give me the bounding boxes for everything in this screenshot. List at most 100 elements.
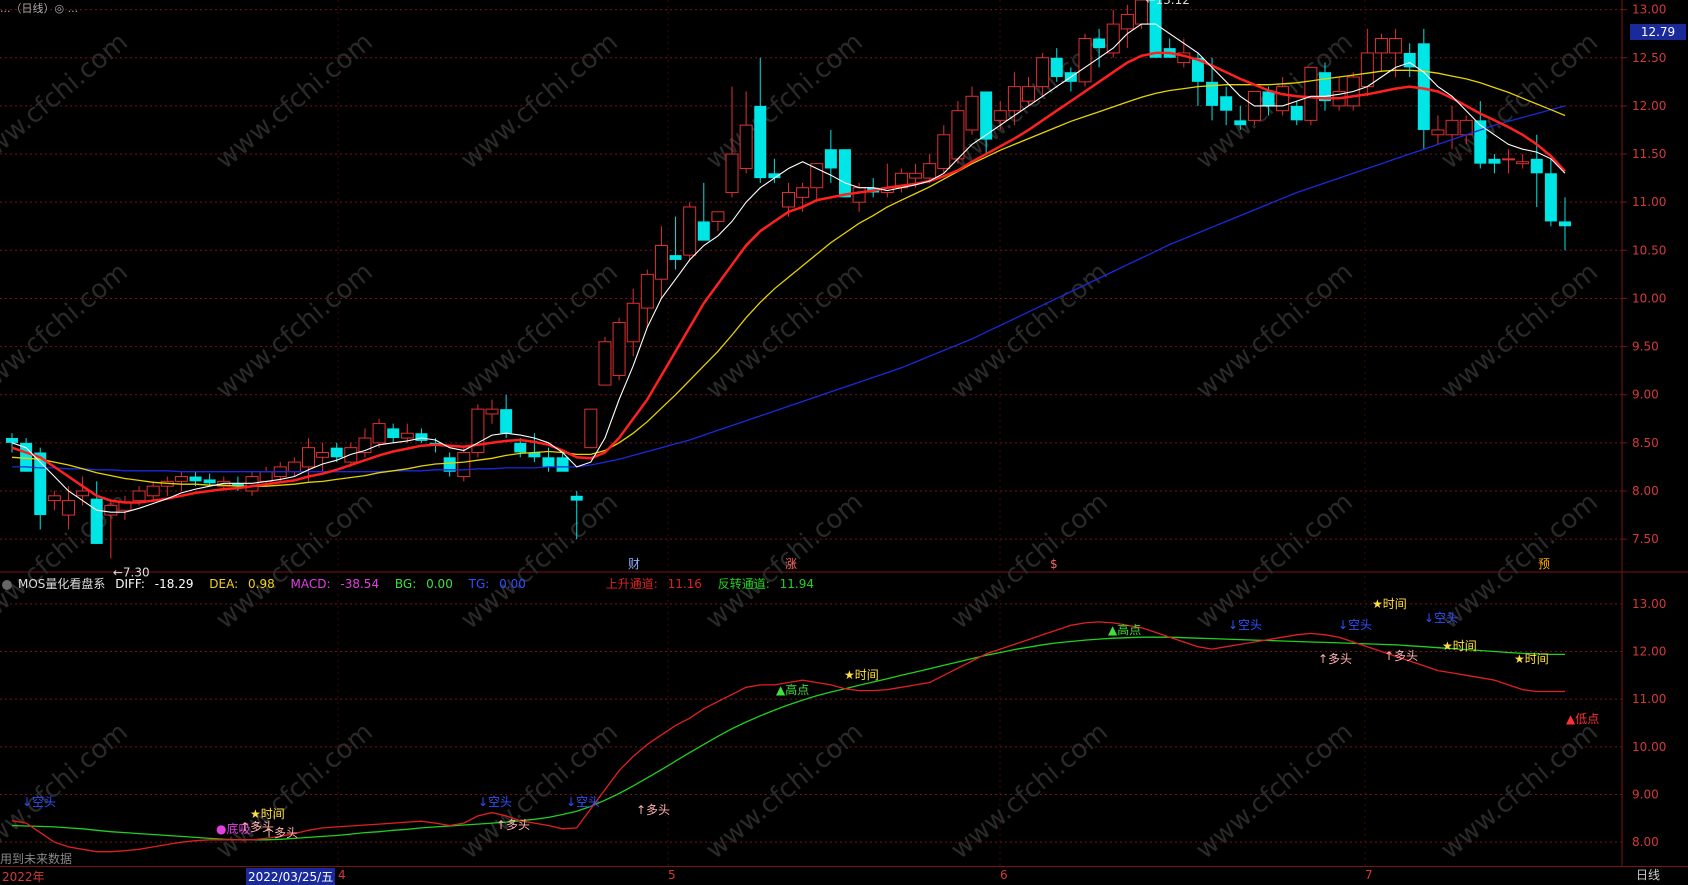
price-tick: 11.50 [1632,147,1666,161]
indicator-name[interactable]: MOS量化看盘系 [18,577,105,591]
price-tick: 12.50 [1632,51,1666,65]
candle [1502,149,1516,174]
up-channel-label: 上升通道: [605,577,658,591]
candle [443,452,456,477]
indicator-axis: 13.00 12.00 11.00 10.00 9.00 8.00 [1632,597,1666,849]
price-tick: 13.00 [1632,3,1666,17]
indicator-header: MOS量化看盘系 DIFF: -18.29 DEA: 0.98 MACD: -3… [0,575,826,591]
candle [1488,154,1501,174]
signal-kongtou: ↓空头 [1228,618,1262,632]
candle [669,216,682,270]
month-tick-6: 6 [1000,868,1008,882]
watermark-text: www.cfchi.com [1435,487,1604,635]
price-tick: 9.00 [1632,388,1659,402]
candle [47,490,61,511]
candle [372,418,386,448]
signal-duotou: ↑多头 [496,818,530,832]
candle [316,442,330,472]
signal-duotou: ↑多头 [1384,649,1418,663]
dea-label: DEA: [209,577,239,591]
tg-label: TG: [468,577,490,591]
watermark-text: www.cfchi.com [0,717,134,865]
price-tick: 8.00 [1632,484,1659,498]
reverse-channel-value: 11.94 [779,577,814,591]
watermark-text: www.cfchi.com [1190,257,1359,405]
signal-shijian: ★时间 [1514,652,1549,666]
candle [1149,0,1162,58]
candle [838,149,851,198]
signal-kongtou: ↓空头 [1338,618,1372,632]
month-tick-5: 5 [668,868,676,882]
candle [965,86,979,135]
candle [485,399,499,424]
candle [160,476,174,496]
watermark-text: www.cfchi.com [1190,717,1359,865]
period-tab[interactable]: 日线 [1636,866,1660,883]
watermark-text: www.cfchi.com [1435,717,1604,865]
candle [880,163,894,198]
candle [1516,154,1530,169]
candle [697,182,710,241]
signal-duotou: ↑多头 [1318,652,1352,666]
macd-label: MACD: [290,577,331,591]
watermark-text: www.cfchi.com [1435,27,1604,175]
watermark-text: www.cfchi.com [455,717,624,865]
watermark-text: www.cfchi.com [945,257,1114,405]
reverse-channel-label: 反转通道: [717,577,770,591]
price-tick: 12.00 [1632,99,1666,113]
candle [810,163,824,203]
high-annotation: ←13.12 [1145,0,1189,7]
candle [146,481,160,501]
tg-value: 0.00 [499,577,526,591]
signal-duotou: ↑多头 [636,803,670,817]
cursor-date: 2022/03/25/五 [246,868,336,885]
candle [471,404,485,458]
candle [584,408,598,449]
event-marker-rise: 涨 [785,556,797,571]
candle [1374,33,1388,73]
watermark-text: www.cfchi.com [210,27,379,175]
footer-note: 用到未来数据 [0,852,73,866]
candle [415,428,428,443]
bg-value: 0.00 [426,577,453,591]
collapse-icon[interactable] [2,579,12,590]
up-channel-value: 11.16 [667,577,702,591]
candle [1247,90,1261,126]
candle [626,288,640,357]
price-tick: 7.50 [1632,532,1659,546]
watermark-text: www.cfchi.com [700,717,869,865]
candle [754,57,767,183]
signal-shijian: ★时间 [250,807,285,821]
candle [768,158,781,183]
candle [1050,48,1063,82]
indicator-tick: 8.00 [1632,835,1659,849]
watermark-text: www.cfchi.com [210,257,379,405]
indicator-tick: 10.00 [1632,740,1666,754]
signal-kongtou: ↓空头 [478,795,512,809]
candle [711,211,725,232]
candle [612,317,626,381]
candle [358,428,372,458]
candle [1431,115,1445,145]
watermark-text: www.cfchi.com [1435,257,1604,405]
event-marker-dollar: $ [1050,557,1058,571]
indicator-tick: 11.00 [1632,692,1666,706]
watermark-text: www.cfchi.com [455,487,624,635]
diff-label: DIFF: [115,577,145,591]
watermark-text: www.cfchi.com [945,717,1114,865]
chart-canvas[interactable]: www.cfchi.com www.cfchi.com www.cfchi.com w… [0,0,1688,883]
candle [739,91,753,174]
month-tick-7: 7 [1365,868,1373,882]
year-label: 2022年 [2,870,45,884]
watermark-text: www.cfchi.com [1190,487,1359,635]
price-axis: 13.00 12.50 12.00 11.50 11.00 10.50 10.00 9.50 9… [1632,3,1666,546]
event-marker-forecast: 预 [1538,557,1550,571]
signal-kongtou: ↓空头 [22,795,56,809]
price-tick: 10.50 [1632,243,1666,257]
candle [598,336,612,386]
date-axis: 2022年 2022/03/25/五 4 5 6 7 [0,866,1688,885]
signal-shijian: ★时间 [1372,597,1407,611]
candle [174,471,188,491]
watermark-text: www.cfchi.com [700,257,869,405]
signal-kongtou: ↓空头 [1424,611,1458,625]
